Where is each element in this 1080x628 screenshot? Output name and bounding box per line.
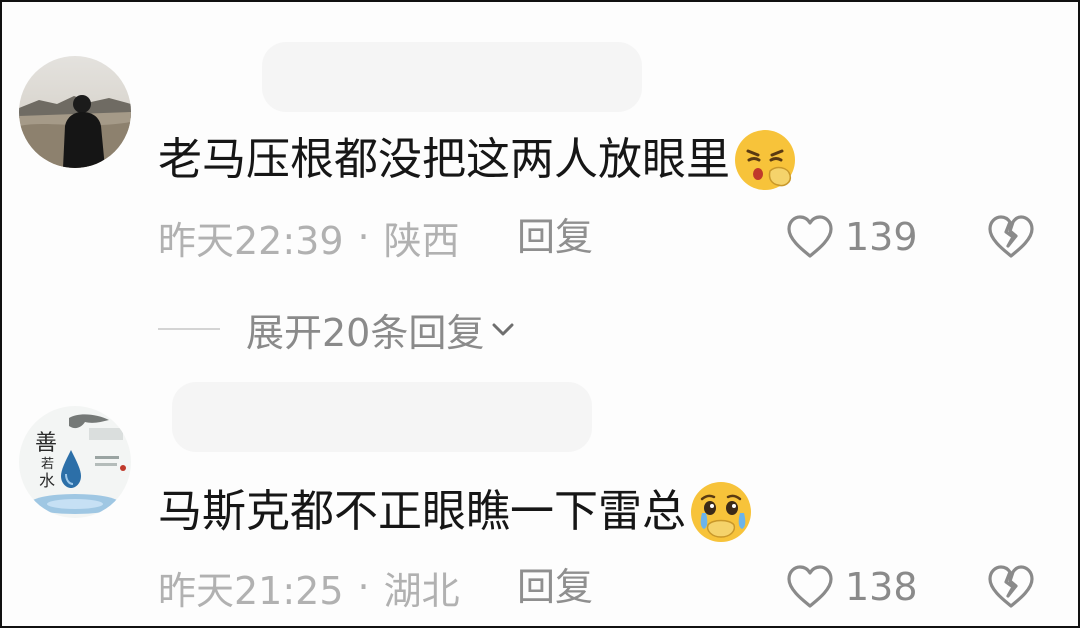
broken-heart-icon <box>988 565 1034 608</box>
avatar-image: 善 若 水 <box>19 406 131 518</box>
avatar[interactable] <box>19 56 131 168</box>
meta-separator: · <box>357 565 370 609</box>
comment-item: 善 若 水 马斯克都不正眼瞧一下雷总 昨天21:25 · 湖北 回复 138 <box>2 352 1078 626</box>
expand-replies-button[interactable]: 展开20条回复 <box>158 304 516 355</box>
divider-line <box>158 328 220 330</box>
comment-time: 昨天21:25 <box>158 568 344 613</box>
chevron-down-icon <box>492 323 514 336</box>
like-count: 138 <box>845 565 918 609</box>
heart-outline-icon <box>787 565 833 608</box>
meta-separator: · <box>357 215 370 259</box>
comment-item: 老马压根都没把这两人放眼里 昨天22:39 · 陕西 回复 139 <box>2 2 1078 302</box>
expand-replies-label: 展开20条回复 <box>246 310 485 355</box>
comment-time: 昨天22:39 <box>158 218 344 263</box>
crying-covering-mouth-emoji <box>688 479 754 545</box>
like-button[interactable]: 139 <box>785 212 918 262</box>
comment-meta: 昨天21:25 · 湖北 <box>158 562 460 613</box>
comment-meta: 昨天22:39 · 陕西 <box>158 212 460 263</box>
like-count: 139 <box>845 215 918 259</box>
reply-button[interactable]: 回复 <box>517 562 593 612</box>
screenshot-frame: 老马压根都没把这两人放眼里 昨天22:39 · 陕西 回复 139 展开20条回… <box>0 0 1080 628</box>
reply-button[interactable]: 回复 <box>517 212 593 262</box>
avatar-text: 善 <box>35 431 57 456</box>
avatar[interactable]: 善 若 水 <box>19 406 131 518</box>
dislike-button[interactable] <box>986 562 1036 612</box>
comment-location: 湖北 <box>383 568 460 613</box>
broken-heart-icon <box>988 215 1034 258</box>
comment-text: 马斯克都不正眼瞧一下雷总 <box>158 482 754 542</box>
avatar-image <box>19 56 131 168</box>
heart-outline-icon <box>787 215 833 258</box>
comment-location: 陕西 <box>383 218 460 263</box>
like-button[interactable]: 138 <box>785 562 918 612</box>
svg-text:若: 若 <box>41 456 54 472</box>
sneezing-face-emoji <box>732 127 798 193</box>
svg-text:水: 水 <box>39 471 55 490</box>
dislike-button[interactable] <box>986 212 1036 262</box>
comment-text: 老马压根都没把这两人放眼里 <box>158 130 798 190</box>
